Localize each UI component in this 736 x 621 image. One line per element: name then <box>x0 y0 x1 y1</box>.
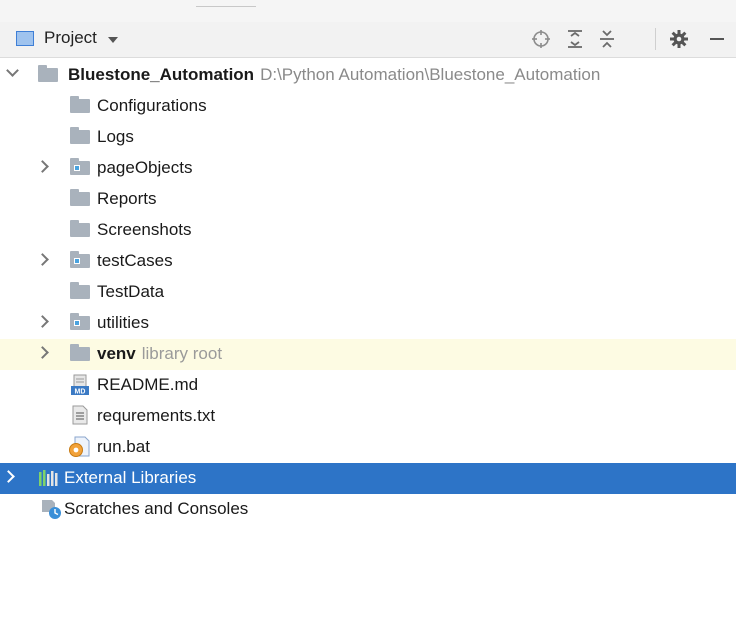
tree-item-label: Reports <box>97 189 157 208</box>
tree-item-label: utilities <box>97 313 149 332</box>
root-name: Bluestone_Automation <box>68 65 255 84</box>
tree-item-label: Scratches and Consoles <box>64 499 249 518</box>
locate-icon[interactable] <box>528 26 554 52</box>
toolbar-separator <box>655 28 656 50</box>
folder-icon <box>38 65 58 82</box>
chevron-right-icon[interactable] <box>36 315 49 328</box>
tree-row-scratches[interactable]: Scratches and Consoles <box>0 494 736 525</box>
root-label: Bluestone_Automation D:\Python Automation… <box>68 65 600 85</box>
folder-icon <box>70 220 90 237</box>
gear-icon[interactable] <box>666 26 692 52</box>
window-top-strip <box>0 0 736 22</box>
expand-all-icon[interactable] <box>562 26 588 52</box>
scratches-icon <box>42 500 61 519</box>
text-file-icon <box>72 405 88 425</box>
tree-row-root[interactable]: Bluestone_Automation D:\Python Automation… <box>0 60 736 91</box>
chevron-down-icon[interactable] <box>6 64 19 77</box>
chevron-right-icon[interactable] <box>36 160 49 173</box>
tree-item-label: venv <box>97 344 136 363</box>
tree-row-requirements[interactable]: requrements.txt <box>0 401 736 432</box>
folder-icon <box>70 344 90 361</box>
project-toolbar: Project <box>0 22 736 58</box>
project-view-icon <box>16 31 34 46</box>
folder-icon <box>70 282 90 299</box>
top-fragment <box>196 0 256 7</box>
chevron-right-icon[interactable] <box>36 346 49 359</box>
minimize-icon[interactable] <box>704 26 730 52</box>
tree-item-label: run.bat <box>97 437 150 456</box>
tree-row-external-libraries[interactable]: External Libraries <box>0 463 736 494</box>
folder-icon <box>70 96 90 113</box>
folder-icon <box>70 127 90 144</box>
tree-item-label: testCases <box>97 251 173 270</box>
package-folder-icon <box>70 313 90 330</box>
tree-item-label: requrements.txt <box>97 406 216 425</box>
tree-row-utilities[interactable]: utilities <box>0 308 736 339</box>
chevron-right-icon[interactable] <box>2 470 15 483</box>
folder-icon <box>70 189 90 206</box>
collapse-all-icon[interactable] <box>594 26 620 52</box>
tree-item-label: README.md <box>97 375 199 394</box>
root-path: D:\Python Automation\Bluestone_Automatio… <box>260 65 601 84</box>
view-dropdown-arrow-icon[interactable] <box>108 37 118 43</box>
tree-item-label: External Libraries <box>64 468 197 487</box>
package-folder-icon <box>70 158 90 175</box>
tree-row-testdata[interactable]: TestData <box>0 277 736 308</box>
package-folder-icon <box>70 251 90 268</box>
tree-row-readme[interactable]: MD README.md <box>0 370 736 401</box>
venv-label-group: venv library root <box>97 344 222 364</box>
tree-row-logs[interactable]: Logs <box>0 122 736 153</box>
markdown-file-icon: MD <box>71 374 89 396</box>
tree-row-venv[interactable]: venv library root <box>0 339 736 370</box>
tree-item-label: TestData <box>97 282 165 301</box>
tree-row-testcases[interactable]: testCases <box>0 246 736 277</box>
batch-file-icon <box>69 436 90 457</box>
library-root-hint: library root <box>141 344 223 363</box>
tree-row-configurations[interactable]: Configurations <box>0 91 736 122</box>
tree-item-label: Screenshots <box>97 220 192 239</box>
tree-item-label: Logs <box>97 127 134 146</box>
tree-item-label: pageObjects <box>97 158 193 177</box>
tree-item-label: Configurations <box>97 96 207 115</box>
tree-row-reports[interactable]: Reports <box>0 184 736 215</box>
tree-row-runbat[interactable]: run.bat <box>0 432 736 463</box>
library-icon <box>39 470 58 486</box>
tree-row-screenshots[interactable]: Screenshots <box>0 215 736 246</box>
svg-text:MD: MD <box>75 389 86 396</box>
tree-row-pageobjects[interactable]: pageObjects <box>0 153 736 184</box>
project-view-title[interactable]: Project <box>44 28 97 48</box>
chevron-right-icon[interactable] <box>36 253 49 266</box>
